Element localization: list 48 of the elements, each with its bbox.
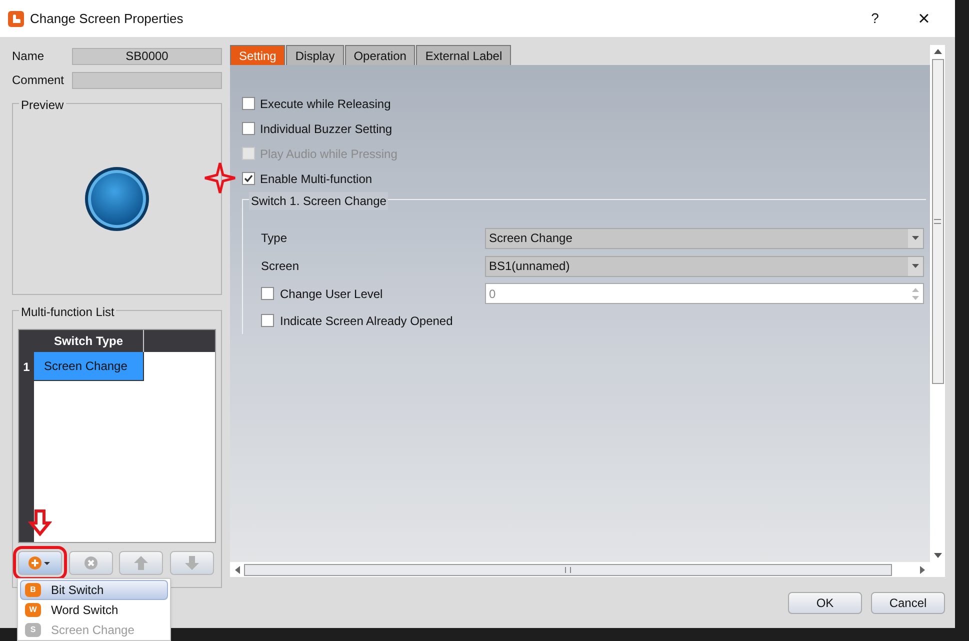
switch-icon: B bbox=[25, 583, 41, 597]
spinner-icon bbox=[912, 286, 919, 300]
text-field[interactable]: SB0000 bbox=[72, 48, 222, 64]
field-label: Name bbox=[12, 48, 46, 65]
menu-item[interactable]: B Bit Switch bbox=[20, 580, 168, 600]
group-title: Switch 1. Screen Change bbox=[249, 192, 388, 210]
remove-icon bbox=[84, 556, 98, 570]
tab[interactable]: External Label bbox=[416, 45, 512, 65]
table-cell[interactable]: Screen Change bbox=[34, 352, 144, 381]
up-arrow-icon bbox=[133, 555, 150, 571]
dropdown[interactable]: Screen Change bbox=[485, 228, 924, 248]
close-button[interactable]: × bbox=[901, 8, 947, 28]
tab[interactable]: Setting bbox=[230, 45, 286, 65]
dialog-button[interactable]: OK bbox=[788, 592, 862, 614]
caret-icon bbox=[912, 264, 919, 268]
row-number: 1 bbox=[22, 358, 31, 376]
option-label: Change User Level bbox=[280, 286, 383, 302]
switch-icon: W bbox=[25, 603, 41, 617]
checkbox[interactable] bbox=[242, 97, 255, 110]
option-label: Enable Multi-function bbox=[260, 170, 372, 188]
field-label: Comment bbox=[12, 72, 66, 89]
tab[interactable]: Operation bbox=[344, 45, 416, 65]
field-label: Type bbox=[261, 230, 288, 247]
plus-icon bbox=[28, 556, 52, 570]
checkbox[interactable] bbox=[242, 172, 255, 185]
caret-icon bbox=[912, 236, 919, 240]
text-field[interactable] bbox=[72, 72, 222, 88]
app-logo-icon bbox=[8, 10, 24, 26]
checkbox[interactable] bbox=[261, 314, 274, 327]
checkmark-icon bbox=[244, 174, 253, 183]
option-label: Execute while Releasing bbox=[260, 96, 391, 112]
help-button[interactable]: ? bbox=[855, 8, 895, 29]
option-label: Play Audio while Pressing bbox=[260, 146, 398, 162]
tab[interactable]: Display bbox=[286, 45, 344, 65]
annotation-arrow-icon bbox=[28, 509, 52, 537]
horizontal-scrollbar[interactable] bbox=[230, 562, 930, 577]
dialog-button[interactable]: Cancel bbox=[871, 592, 945, 614]
checkbox[interactable] bbox=[242, 122, 255, 135]
option-label: Individual Buzzer Setting bbox=[260, 120, 392, 138]
field-label: Screen bbox=[261, 258, 300, 275]
menu-item[interactable]: W Word Switch bbox=[20, 600, 168, 620]
down-arrow-icon bbox=[184, 555, 200, 571]
vertical-scrollbar[interactable] bbox=[930, 45, 945, 577]
round-button-drawing bbox=[84, 166, 150, 232]
switch-icon: S bbox=[25, 623, 41, 637]
option-label: Indicate Screen Already Opened bbox=[280, 312, 453, 330]
dropdown[interactable]: BS1(unnamed) bbox=[485, 256, 924, 276]
window-title: Change Screen Properties bbox=[30, 10, 184, 28]
